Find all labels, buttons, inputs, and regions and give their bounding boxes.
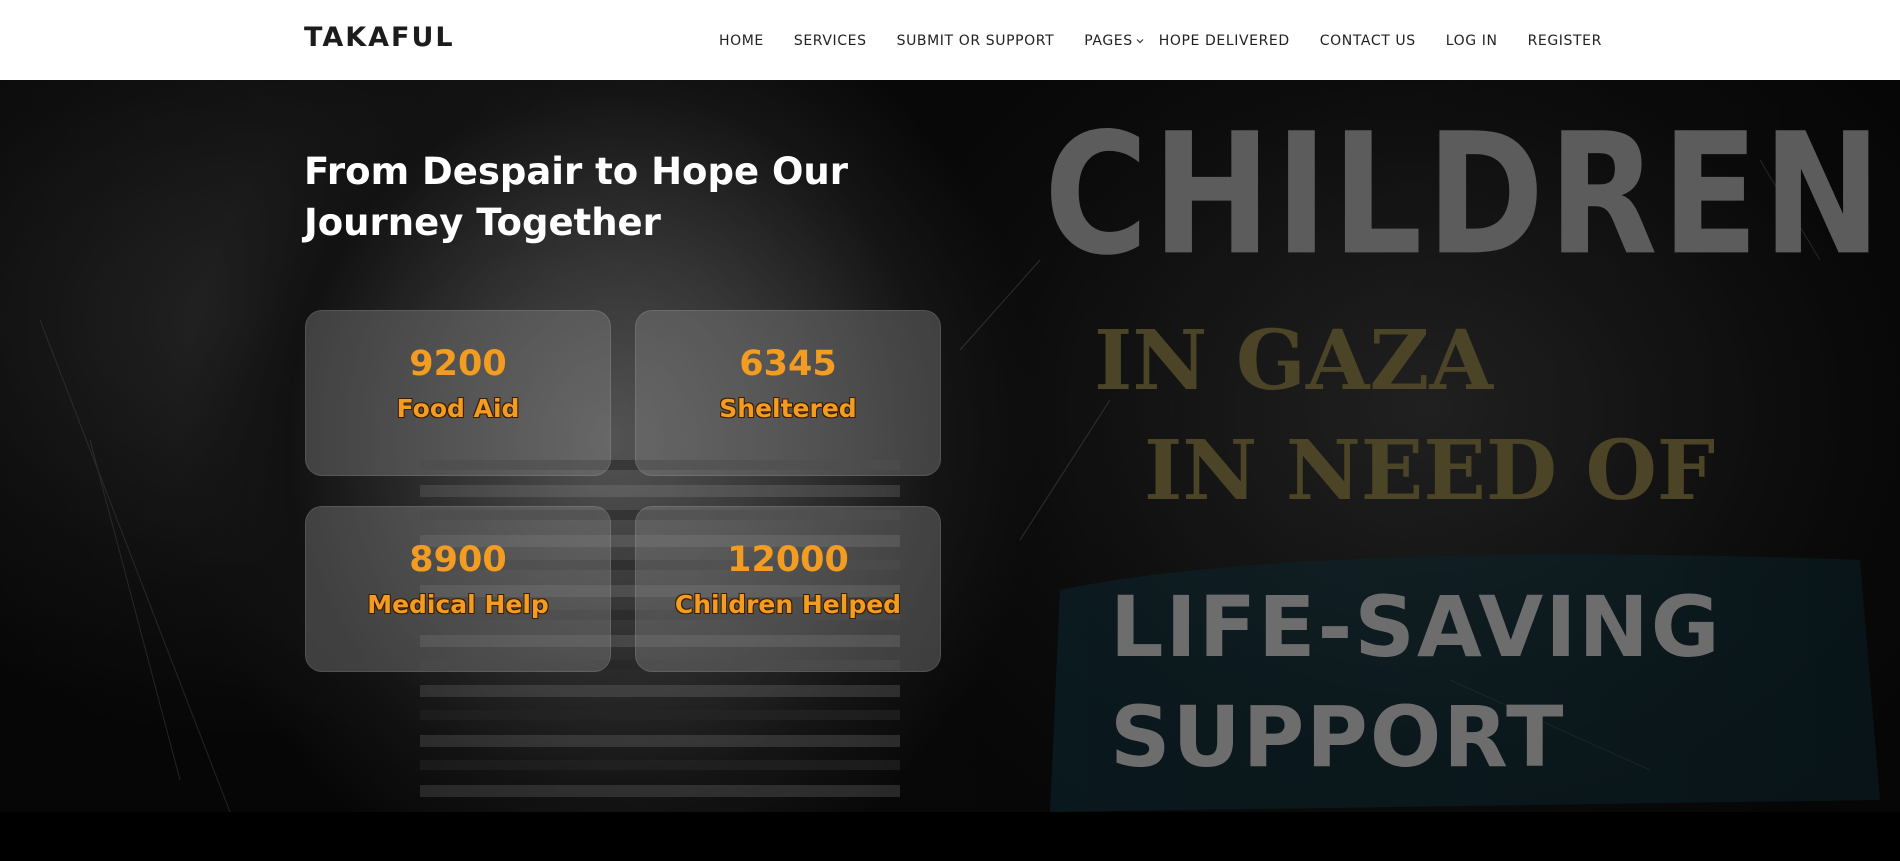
poster-text-support: SUPPORT xyxy=(1110,688,1566,786)
hero-title-line-2: Journey Together xyxy=(304,201,661,244)
stat-card-sheltered: 6345 Sheltered xyxy=(635,310,941,476)
nav-pages-label: PAGES xyxy=(1084,33,1133,49)
stat-label: Sheltered xyxy=(719,394,857,423)
nav-contact-us[interactable]: CONTACT US xyxy=(1320,33,1416,49)
stat-card-children-helped: 12000 Children Helped xyxy=(635,506,941,672)
nav-log-in[interactable]: LOG IN xyxy=(1446,33,1498,49)
stat-value: 8900 xyxy=(409,540,507,580)
nav-submit-or-support[interactable]: SUBMIT OR SUPPORT xyxy=(897,33,1055,49)
nav-hope-delivered[interactable]: HOPE DELIVERED xyxy=(1159,33,1290,49)
stat-card-food-aid: 9200 Food Aid xyxy=(305,310,611,476)
stat-value: 12000 xyxy=(727,540,849,580)
stat-value: 6345 xyxy=(739,344,837,384)
nav-register[interactable]: REGISTER xyxy=(1528,33,1602,49)
hero-section: From Despair to Hope Our Journey Togethe… xyxy=(0,80,1900,812)
section-divider xyxy=(0,812,1900,861)
poster-text-in-need-of: IN NEED OF xyxy=(1144,423,1716,519)
site-header: TAKAFUL HOME SERVICES SUBMIT OR SUPPORT … xyxy=(0,0,1900,80)
poster-text-children: CHILDREN xyxy=(1044,97,1886,293)
stat-value: 9200 xyxy=(409,344,507,384)
chevron-down-icon xyxy=(1136,39,1144,44)
hero-title: From Despair to Hope Our Journey Togethe… xyxy=(304,146,944,248)
hero-title-line-1: From Despair to Hope Our xyxy=(304,150,848,193)
main-nav: HOME SERVICES SUBMIT OR SUPPORT PAGES HO… xyxy=(719,30,1602,52)
poster-text-in-gaza: IN GAZA xyxy=(1094,313,1493,409)
nav-pages-dropdown[interactable]: PAGES xyxy=(1084,33,1144,49)
nav-services[interactable]: SERVICES xyxy=(794,33,867,49)
nav-home[interactable]: HOME xyxy=(719,33,764,49)
poster-text-life-saving: LIFE-SAVING xyxy=(1110,578,1722,676)
brand-logo[interactable]: TAKAFUL xyxy=(304,22,455,53)
stat-card-medical-help: 8900 Medical Help xyxy=(305,506,611,672)
stat-label: Children Helped xyxy=(674,590,902,619)
stat-label: Medical Help xyxy=(367,590,549,619)
stat-label: Food Aid xyxy=(396,394,520,423)
